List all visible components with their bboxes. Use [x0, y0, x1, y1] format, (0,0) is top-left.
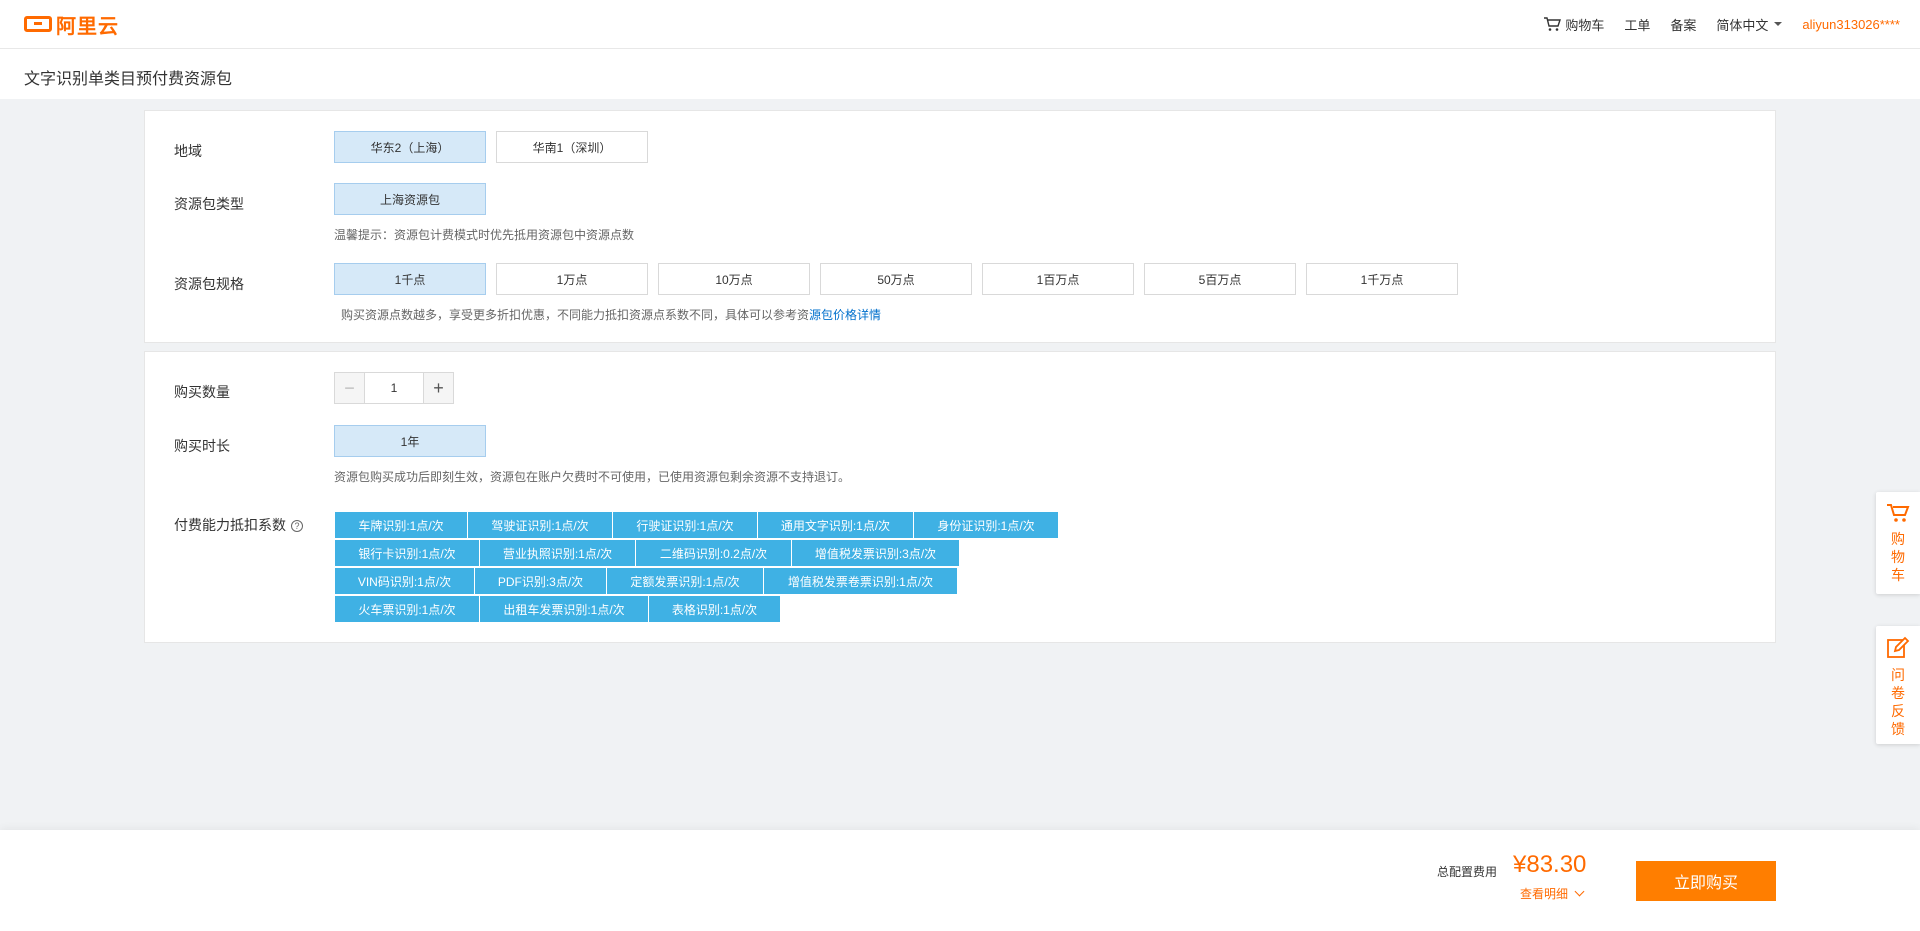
page-title: 文字识别单类目预付费资源包 — [24, 71, 233, 88]
config-panel: 地域 华东2（上海） 华南1（深圳） 资源包类型 上海资源包 温馨提示：资源包计… — [144, 110, 1776, 343]
side-cart-text: 购 物 车 — [1891, 530, 1905, 584]
user-account[interactable]: aliyun313026**** — [1802, 17, 1900, 32]
language-select[interactable]: 简体中文 — [1716, 15, 1783, 34]
coef-tag: 表格识别:1点/次 — [649, 596, 781, 623]
buy-now-button[interactable]: 立即购买 — [1636, 861, 1776, 901]
duration-hint: 资源包购买成功后即刻生效，资源包在账户欠费时不可使用，已使用资源包剩余资源不支持… — [334, 470, 851, 484]
side-cart-char: 车 — [1891, 567, 1905, 583]
side-survey-char: 馈 — [1891, 721, 1905, 737]
region-label: 地域 — [174, 143, 202, 159]
duration-label: 购买时长 — [174, 438, 230, 454]
coef-tags: 车牌识别:1点/次 驾驶证识别:1点/次 行驶证识别:1点/次 通用文字识别:1… — [335, 512, 1115, 624]
coef-tag: 通用文字识别:1点/次 — [758, 512, 914, 539]
coef-row-4: 火车票识别:1点/次 出租车发票识别:1点/次 表格识别:1点/次 — [335, 596, 1115, 624]
coef-tag: 车牌识别:1点/次 — [335, 512, 468, 539]
side-survey-text: 问 卷 反 馈 — [1891, 666, 1905, 738]
side-cart-char: 购 — [1891, 531, 1905, 547]
duration-option-1y[interactable]: 1年 — [334, 425, 486, 457]
spec-option-2[interactable]: 1万点 — [496, 263, 648, 295]
coef-tag: 定额发票识别:1点/次 — [607, 568, 764, 595]
user-name: aliyun313026**** — [1802, 16, 1900, 32]
spec-option-3[interactable]: 10万点 — [658, 263, 810, 295]
spec-option-6[interactable]: 5百万点 — [1144, 263, 1296, 295]
coef-tag: 增值税发票卷票识别:1点/次 — [764, 568, 958, 595]
region-option-shanghai[interactable]: 华东2（上海） — [334, 131, 486, 163]
fee-amount: ¥83.30 — [1513, 851, 1587, 878]
spec-option-4[interactable]: 50万点 — [820, 263, 972, 295]
ticket-label: 工单 — [1624, 17, 1651, 33]
cart-icon — [1887, 504, 1910, 522]
coef-tag: PDF识别:3点/次 — [475, 568, 607, 595]
spec-hint: 购买资源点数越多，享受更多折扣优惠，不同能力抵扣资源点系数不同，具体可以参考资源… — [341, 306, 881, 323]
top-nav: 购物车 工单 备案 简体中文 aliyun313026**** — [1543, 0, 1900, 48]
type-option-shanghai[interactable]: 上海资源包 — [334, 183, 486, 215]
ticket-link[interactable]: 工单 — [1624, 15, 1650, 34]
coef-tag: 行驶证识别:1点/次 — [613, 512, 758, 539]
coef-tag: 驾驶证识别:1点/次 — [468, 512, 613, 539]
language-label: 简体中文 — [1716, 17, 1769, 33]
decrement-button[interactable]: − — [335, 373, 365, 403]
fee-detail-label: 查看明细 — [1520, 887, 1569, 901]
coef-tag: 增值税发票识别:3点/次 — [792, 540, 960, 567]
spec-hint-text: 购买资源点数越多，享受更多折扣优惠，不同能力抵扣资源点系数不同，具体可以参考资 — [341, 308, 810, 322]
chevron-down-icon — [1574, 886, 1585, 897]
coef-label-row: 付费能力抵扣系数? — [174, 515, 303, 535]
fee-detail-link[interactable]: 查看明细 — [1520, 885, 1585, 902]
logo-mark-icon — [24, 16, 52, 32]
title-bar: 文字识别单类目预付费资源包 — [0, 49, 1920, 99]
side-survey-char: 卷 — [1891, 685, 1905, 701]
increment-button[interactable]: + — [423, 373, 453, 403]
cart-label: 购物车 — [1565, 17, 1605, 33]
region-option-shenzhen[interactable]: 华南1（深圳） — [496, 131, 648, 163]
side-survey-button[interactable]: 问 卷 反 馈 — [1876, 626, 1920, 744]
edit-icon — [1887, 636, 1910, 658]
aliyun-logo[interactable]: 阿里云 — [24, 13, 119, 38]
coef-tag: 银行卡识别:1点/次 — [335, 540, 480, 567]
purchase-panel: 购买数量 − + 购买时长 1年 资源包购买成功后即刻生效，资源包在账户欠费时不… — [144, 351, 1776, 643]
side-survey-char: 反 — [1891, 703, 1905, 719]
coef-row-2: 银行卡识别:1点/次 营业执照识别:1点/次 二维码识别:0.2点/次 增值税发… — [335, 540, 1115, 568]
type-hint: 温馨提示：资源包计费模式时优先抵用资源包中资源点数 — [334, 228, 635, 242]
coef-tag: 身份证识别:1点/次 — [914, 512, 1059, 539]
caret-down-icon — [1774, 22, 1783, 26]
quantity-input[interactable] — [365, 373, 423, 403]
coef-label: 付费能力抵扣系数 — [174, 517, 286, 533]
coef-tag: VIN码识别:1点/次 — [335, 568, 475, 595]
coef-tag: 火车票识别:1点/次 — [335, 596, 480, 623]
coef-tag: 营业执照识别:1点/次 — [480, 540, 636, 567]
side-survey-char: 问 — [1891, 667, 1905, 683]
side-cart-char: 物 — [1891, 549, 1905, 565]
coef-tag: 出租车发票识别:1点/次 — [480, 596, 649, 623]
spec-label: 资源包规格 — [174, 276, 244, 292]
fee-label: 总配置费用 — [1437, 865, 1498, 879]
spec-option-5[interactable]: 1百万点 — [982, 263, 1134, 295]
type-label: 资源包类型 — [174, 196, 244, 212]
price-detail-link[interactable]: 源包价格详情 — [809, 308, 881, 322]
filing-label: 备案 — [1670, 17, 1697, 33]
spec-option-7[interactable]: 1千万点 — [1306, 263, 1458, 295]
coef-row-1: 车牌识别:1点/次 驾驶证识别:1点/次 行驶证识别:1点/次 通用文字识别:1… — [335, 512, 1115, 540]
filing-link[interactable]: 备案 — [1670, 15, 1696, 34]
spec-option-1[interactable]: 1千点 — [334, 263, 486, 295]
top-bar: 阿里云 购物车 工单 备案 简体中文 aliyun313026**** — [0, 0, 1920, 49]
logo-text: 阿里云 — [56, 15, 119, 38]
help-icon[interactable]: ? — [291, 520, 303, 533]
order-footer: 总配置费用 ¥83.30 查看明细 立即购买 — [0, 830, 1920, 931]
coef-row-3: VIN码识别:1点/次 PDF识别:3点/次 定额发票识别:1点/次 增值税发票… — [335, 568, 1115, 596]
cart-icon — [1544, 17, 1562, 31]
quantity-stepper: − + — [334, 372, 454, 404]
side-cart-button[interactable]: 购 物 车 — [1876, 492, 1920, 594]
cart-link[interactable]: 购物车 — [1543, 15, 1604, 34]
quantity-label: 购买数量 — [174, 384, 230, 400]
coef-tag: 二维码识别:0.2点/次 — [636, 540, 792, 567]
